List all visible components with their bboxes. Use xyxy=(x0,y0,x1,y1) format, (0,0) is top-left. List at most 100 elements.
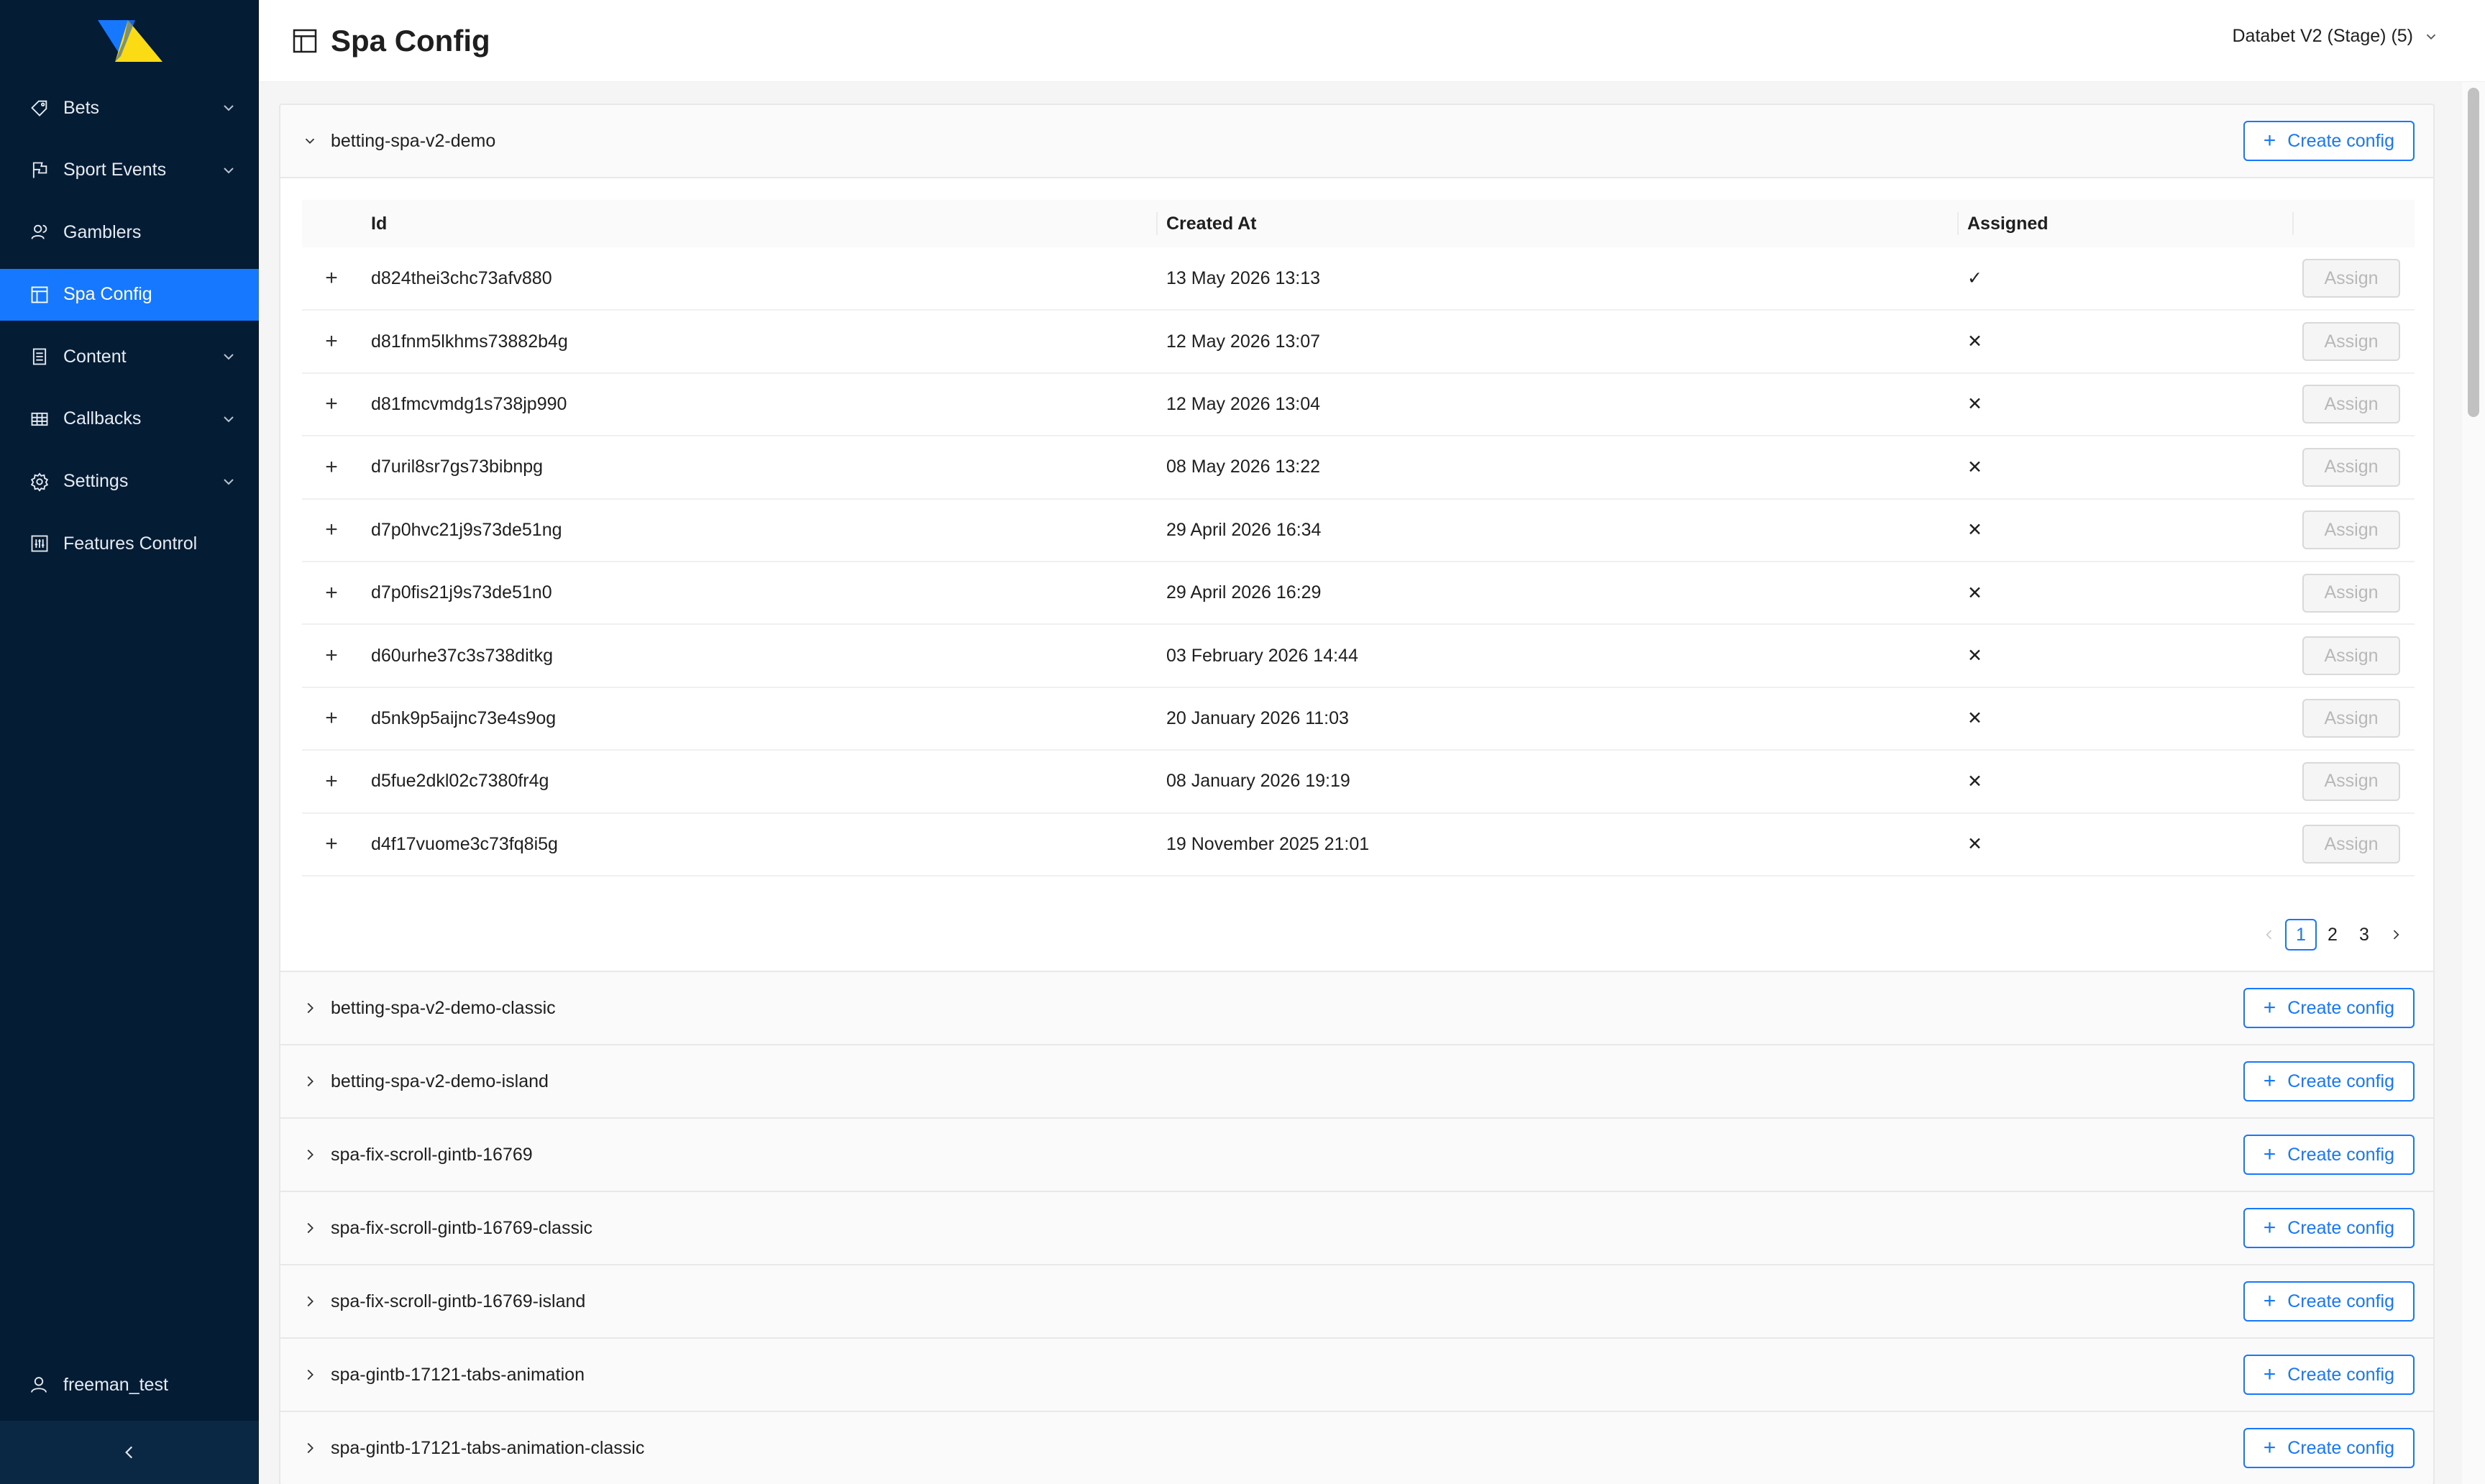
row-expand-button[interactable]: + xyxy=(302,247,361,310)
document-icon xyxy=(29,346,50,367)
sidebar-item-bets[interactable]: Bets xyxy=(0,82,259,134)
row-id: d824thei3chc73afv880 xyxy=(371,267,552,288)
scrollbar-thumb[interactable] xyxy=(2468,88,2479,417)
panel-header[interactable]: spa-fix-scroll-gintb-16769 + Create confi… xyxy=(280,1119,2433,1191)
assign-button[interactable]: Assign xyxy=(2302,636,2400,676)
config-panel: spa-fix-scroll-gintb-16769 + Create confi… xyxy=(280,1119,2433,1192)
create-config-label: Create config xyxy=(2287,1071,2394,1091)
panel-header[interactable]: betting-spa-v2-demo-island + Create confi… xyxy=(280,1045,2433,1117)
sidebar-item-label: Content xyxy=(63,346,127,367)
row-actions: Assign xyxy=(2292,813,2415,876)
panel-title: betting-spa-v2-demo-island xyxy=(331,1071,549,1091)
row-actions: Assign xyxy=(2292,373,2415,436)
page-button-1[interactable]: 1 xyxy=(2285,919,2317,951)
plus-icon: + xyxy=(2263,1436,2276,1460)
chevron-right-icon xyxy=(302,1367,318,1383)
row-created-at: 29 April 2026 16:29 xyxy=(1166,582,1322,603)
sidebar-item-label: Sport Events xyxy=(63,160,167,180)
create-config-button[interactable]: + Create config xyxy=(2243,1428,2415,1468)
sidebar-collapse-button[interactable] xyxy=(0,1421,259,1484)
sidebar-item-label: Settings xyxy=(63,471,129,492)
configs-table: Id Created At Assigned + d824thei3chc73a… xyxy=(302,200,2415,876)
row-actions: Assign xyxy=(2292,310,2415,372)
assign-button[interactable]: Assign xyxy=(2302,447,2400,487)
prev-page-button[interactable] xyxy=(2253,919,2285,951)
row-expand-button[interactable]: + xyxy=(302,750,361,812)
panel-header[interactable]: spa-gintb-17121-tabs-animation + Create c… xyxy=(280,1339,2433,1411)
assign-button[interactable]: Assign xyxy=(2302,510,2400,550)
sidebar-item-label: Features Control xyxy=(63,533,198,554)
main-content: betting-spa-v2-demo + Create config Id Cr… xyxy=(259,82,2485,1484)
config-panel: spa-fix-scroll-gintb-16769-classic + Crea… xyxy=(280,1192,2433,1265)
row-expand-button[interactable]: + xyxy=(302,624,361,687)
assign-button[interactable]: Assign xyxy=(2302,825,2400,864)
row-assigned-status: ✕ xyxy=(1967,771,1982,792)
row-expand-button[interactable]: + xyxy=(302,499,361,562)
page-button-3[interactable]: 3 xyxy=(2348,919,2380,951)
user-icon xyxy=(29,1374,50,1396)
assign-button[interactable]: Assign xyxy=(2302,259,2400,298)
row-expand-button[interactable]: + xyxy=(302,687,361,750)
assign-button[interactable]: Assign xyxy=(2302,699,2400,738)
sidebar-item-label: Spa Config xyxy=(63,284,152,305)
panel-header[interactable]: betting-spa-v2-demo + Create config xyxy=(280,105,2433,177)
scrollbar[interactable] xyxy=(2462,82,2485,1484)
chevron-right-icon xyxy=(302,1440,318,1456)
row-assigned-status: ✕ xyxy=(1967,834,1982,855)
create-config-button[interactable]: + Create config xyxy=(2243,1135,2415,1175)
row-expand-button[interactable]: + xyxy=(302,373,361,436)
row-id: d81fmcvmdg1s738jp990 xyxy=(371,393,567,414)
sidebar-item-settings[interactable]: Settings xyxy=(0,456,259,508)
chevron-down-icon xyxy=(224,478,234,485)
panel-header[interactable]: betting-spa-v2-demo-classic + Create conf… xyxy=(280,972,2433,1044)
project-select[interactable]: Databet V2 (Stage) (5) xyxy=(2232,26,2439,47)
sidebar-item-callbacks[interactable]: Callbacks xyxy=(0,393,259,445)
panel-header[interactable]: spa-fix-scroll-gintb-16769-island + Creat… xyxy=(280,1265,2433,1337)
layout-icon xyxy=(293,29,317,52)
table-row: + d5fue2dkl02c7380fr4g 08 January 2026 1… xyxy=(302,750,2415,813)
create-config-button[interactable]: + Create config xyxy=(2243,121,2415,161)
sidebar-item-gamblers[interactable]: Gamblers xyxy=(0,206,259,258)
row-expand-button[interactable]: + xyxy=(302,436,361,498)
row-id: d5nk9p5aijnc73e4s9og xyxy=(371,707,557,728)
plus-icon: + xyxy=(2263,996,2276,1020)
create-config-button[interactable]: + Create config xyxy=(2243,1281,2415,1322)
row-expand-button[interactable]: + xyxy=(302,310,361,372)
row-assigned-status: ✕ xyxy=(1967,394,1982,415)
sidebar-item-features-control[interactable]: Features Control xyxy=(0,518,259,569)
table-row: + d60urhe37c3s738ditkg 03 February 2026 … xyxy=(302,624,2415,687)
create-config-label: Create config xyxy=(2287,130,2394,151)
next-page-button[interactable] xyxy=(2380,919,2412,951)
create-config-button[interactable]: + Create config xyxy=(2243,1355,2415,1395)
column-header-id: Id xyxy=(371,213,388,234)
brand-logo[interactable] xyxy=(95,19,164,63)
row-assigned-status: ✕ xyxy=(1967,331,1982,352)
panel-header[interactable]: spa-gintb-17121-tabs-animation-classic +… xyxy=(280,1412,2433,1484)
row-created-at: 08 January 2026 19:19 xyxy=(1166,771,1350,792)
panel-header[interactable]: spa-fix-scroll-gintb-16769-classic + Crea… xyxy=(280,1192,2433,1264)
assign-button[interactable]: Assign xyxy=(2302,573,2400,613)
plus-icon: + xyxy=(2263,1289,2276,1313)
chevron-right-icon xyxy=(302,1293,318,1309)
panel-title: spa-gintb-17121-tabs-animation-classic xyxy=(331,1437,645,1458)
row-expand-button[interactable]: + xyxy=(302,813,361,876)
create-config-button[interactable]: + Create config xyxy=(2243,1061,2415,1101)
row-actions: Assign xyxy=(2292,562,2415,624)
table-row: + d5nk9p5aijnc73e4s9og 20 January 2026 1… xyxy=(302,687,2415,751)
assign-button[interactable]: Assign xyxy=(2302,385,2400,424)
create-config-label: Create config xyxy=(2287,1364,2394,1385)
chevron-right-icon xyxy=(302,1073,318,1089)
sidebar-item-sport-events[interactable]: Sport Events xyxy=(0,145,259,196)
row-expand-button[interactable]: + xyxy=(302,562,361,624)
user-menu[interactable]: freeman_test xyxy=(0,1359,259,1411)
assign-button[interactable]: Assign xyxy=(2302,761,2400,801)
create-config-button[interactable]: + Create config xyxy=(2243,988,2415,1028)
page-button-2[interactable]: 2 xyxy=(2317,919,2348,951)
row-actions: Assign xyxy=(2292,247,2415,310)
assign-button[interactable]: Assign xyxy=(2302,322,2400,362)
create-config-button[interactable]: + Create config xyxy=(2243,1208,2415,1248)
sidebar-item-content[interactable]: Content xyxy=(0,331,259,383)
row-assigned-status: ✕ xyxy=(1967,646,1982,667)
sidebar-item-spa-config[interactable]: Spa Config xyxy=(0,268,259,321)
row-id: d81fnm5lkhms73882b4g xyxy=(371,331,568,352)
